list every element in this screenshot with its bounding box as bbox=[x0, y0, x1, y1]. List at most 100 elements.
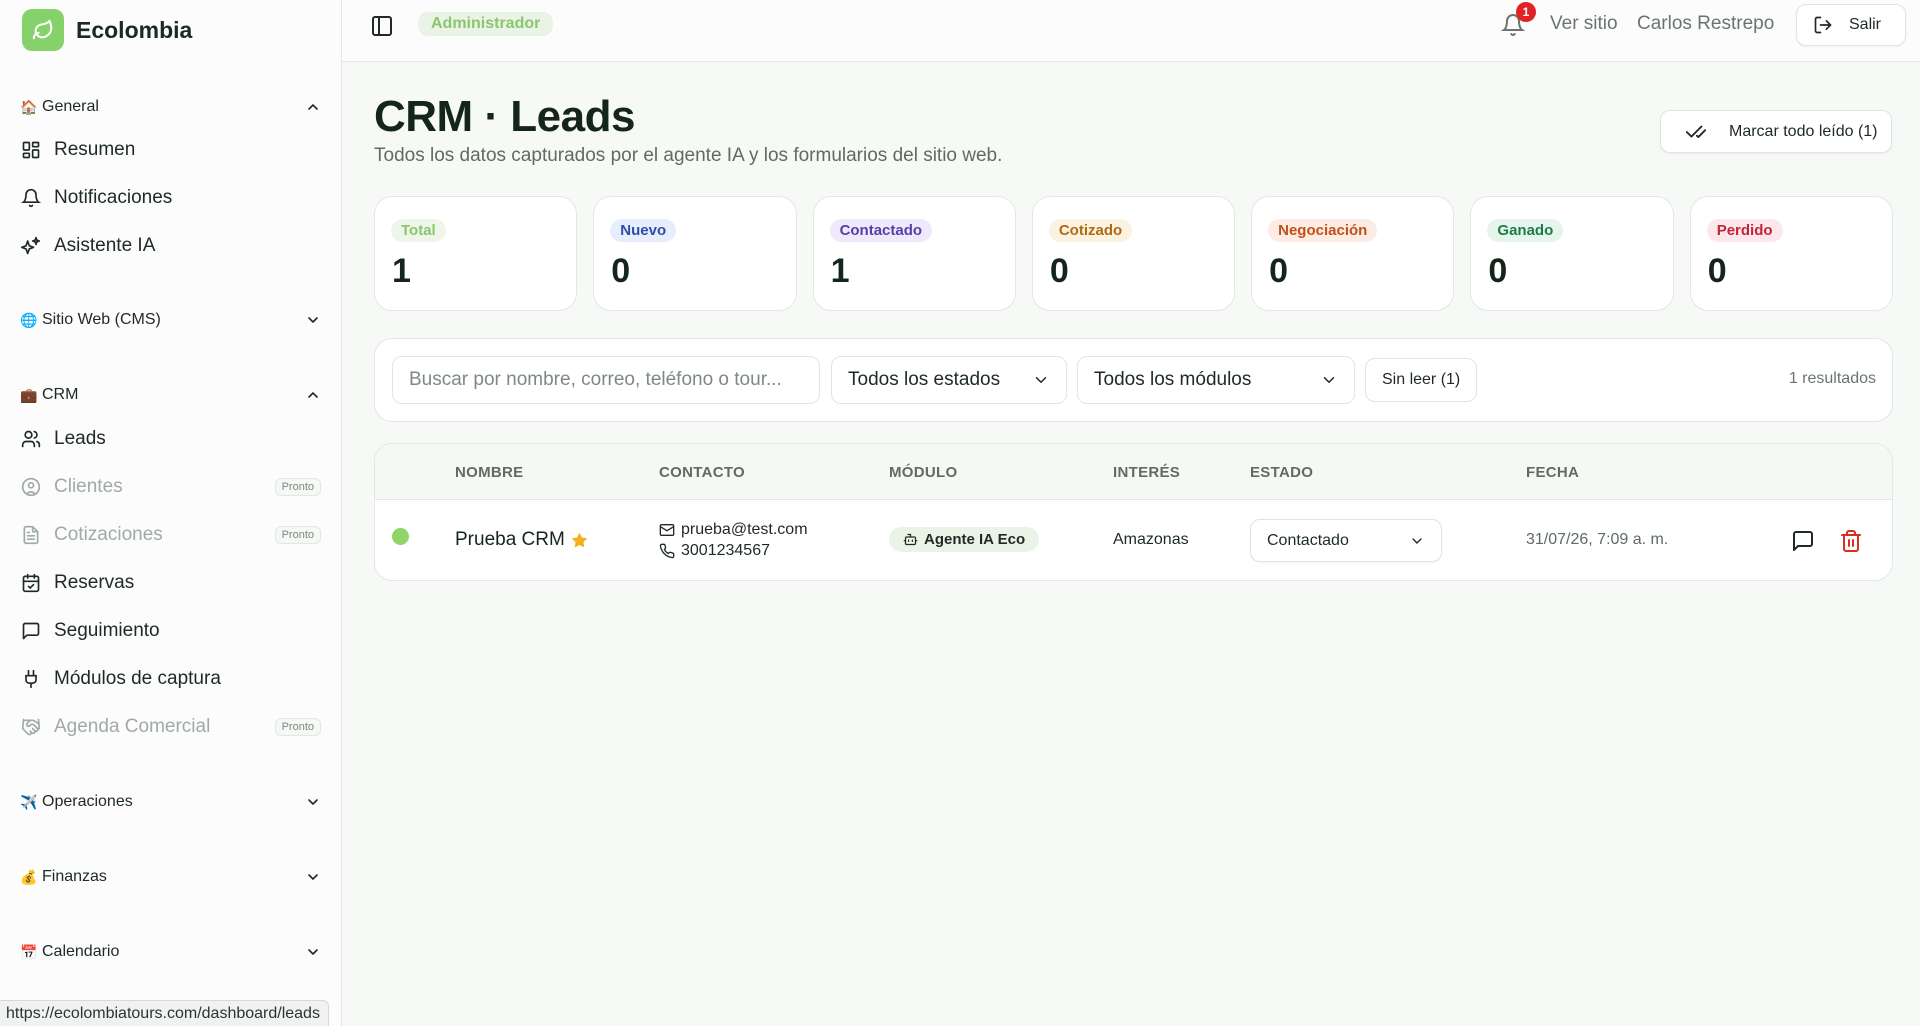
table-header: NOMBRE CONTACTO MÓDULO INTERÉS ESTADO FE… bbox=[375, 444, 1892, 500]
module-filter-value: Todos los módulos bbox=[1094, 369, 1252, 390]
chevron-down-icon bbox=[1035, 377, 1047, 384]
section-label: Finanzas bbox=[42, 868, 107, 885]
mark-all-read-button[interactable]: Marcar todo leído (1) bbox=[1660, 110, 1892, 153]
sidebar-item-resumen[interactable]: Resumen bbox=[20, 132, 321, 168]
sidebar-toggle-icon[interactable] bbox=[370, 14, 394, 38]
section-crm[interactable]: 💼 CRM bbox=[20, 382, 321, 408]
contact-phone[interactable]: 3001234567 bbox=[681, 540, 770, 561]
unread-filter-button[interactable]: Sin leer (1) bbox=[1365, 358, 1478, 402]
sidebar: Ecolombia 🏠 General Resumen Notificacione… bbox=[0, 0, 342, 1026]
stat-card-ganado[interactable]: Ganado 0 bbox=[1470, 196, 1674, 311]
sidebar-item-modulos-captura[interactable]: Módulos de captura bbox=[20, 661, 321, 697]
sparkles-icon bbox=[20, 235, 42, 257]
search-input[interactable] bbox=[392, 356, 820, 404]
check-check-icon bbox=[1685, 125, 1707, 138]
sidebar-item-clientes: Clientes Pronto bbox=[20, 469, 321, 505]
unread-indicator-dot bbox=[392, 528, 409, 545]
section-label: Operaciones bbox=[42, 793, 133, 810]
stat-label: Contactado bbox=[829, 219, 933, 242]
sidebar-item-agenda-comercial: Agenda Comercial Pronto bbox=[20, 709, 321, 745]
message-square-icon bbox=[20, 620, 42, 642]
sidebar-item-label: Cotizaciones bbox=[54, 524, 163, 545]
trash-icon[interactable] bbox=[1839, 529, 1863, 553]
mail-icon bbox=[659, 523, 675, 536]
column-header: CONTACTO bbox=[659, 464, 746, 481]
house-emoji-icon: 🏠 bbox=[20, 98, 38, 115]
sidebar-item-seguimiento[interactable]: Seguimiento bbox=[20, 613, 321, 649]
stat-card-perdido[interactable]: Perdido 0 bbox=[1689, 196, 1893, 311]
stat-card-total[interactable]: Total 1 bbox=[374, 196, 578, 311]
chevron-down-icon bbox=[308, 949, 318, 955]
chevron-down-icon bbox=[308, 317, 318, 323]
mark-all-read-label: Marcar todo leído (1) bbox=[1729, 122, 1878, 140]
lead-status-select[interactable]: Contactado bbox=[1250, 519, 1442, 562]
chevron-down-icon bbox=[1412, 537, 1422, 544]
logout-label: Salir bbox=[1849, 16, 1882, 33]
module-badge: Agente IA Eco bbox=[889, 527, 1040, 552]
chevron-up-icon bbox=[308, 392, 318, 398]
sidebar-item-label: Agenda Comercial bbox=[54, 716, 211, 737]
section-sitio-web[interactable]: 🌐 Sitio Web (CMS) bbox=[20, 307, 321, 333]
section-general[interactable]: 🏠 General bbox=[20, 94, 321, 120]
sidebar-item-reservas[interactable]: Reservas bbox=[20, 565, 321, 601]
sidebar-item-cotizaciones: Cotizaciones Pronto bbox=[20, 517, 321, 553]
brand[interactable]: Ecolombia bbox=[0, 0, 341, 60]
stat-card-cotizado[interactable]: Cotizado 0 bbox=[1031, 196, 1236, 311]
lead-name: Prueba CRM bbox=[455, 529, 565, 550]
section-operaciones[interactable]: ✈️ Operaciones bbox=[20, 789, 321, 815]
sidebar-item-label: Leads bbox=[54, 428, 106, 449]
contact-email[interactable]: prueba@test.com bbox=[681, 519, 808, 540]
stat-card-negociacion[interactable]: Negociación 0 bbox=[1251, 196, 1455, 311]
message-icon[interactable] bbox=[1791, 529, 1815, 553]
role-badge: Administrador bbox=[418, 12, 554, 36]
user-name[interactable]: Carlos Restrepo bbox=[1637, 13, 1774, 35]
status-filter-value: Todos los estados bbox=[848, 369, 1001, 390]
table-row[interactable]: Prueba CRM prueba@test.com 3001234567 Ag… bbox=[375, 501, 1892, 580]
section-label: General bbox=[42, 98, 99, 115]
lead-name-cell[interactable]: Prueba CRM bbox=[455, 529, 588, 551]
contact-cell: prueba@test.com 3001234567 bbox=[659, 519, 808, 561]
status-bar-url: https://ecolombiatours.com/dashboard/lea… bbox=[0, 1000, 329, 1026]
column-header: FECHA bbox=[1526, 464, 1580, 481]
module-label: Agente IA Eco bbox=[924, 531, 1026, 548]
status-filter-select[interactable]: Todos los estados bbox=[831, 356, 1067, 404]
briefcase-emoji-icon: 💼 bbox=[20, 386, 38, 403]
column-header: MÓDULO bbox=[889, 464, 958, 481]
topbar: Administrador 1 Ver sitio Carlos Restrep… bbox=[342, 0, 1920, 62]
stat-card-contactado[interactable]: Contactado 1 bbox=[812, 196, 1016, 311]
stat-value: 0 bbox=[611, 252, 631, 290]
phone-icon bbox=[659, 543, 675, 558]
section-finanzas[interactable]: 💰 Finanzas bbox=[20, 864, 321, 890]
column-header: ESTADO bbox=[1250, 464, 1314, 481]
lead-status-value: Contactado bbox=[1267, 531, 1349, 549]
stat-label: Negociación bbox=[1268, 219, 1378, 242]
interest-cell: Amazonas bbox=[1113, 531, 1189, 548]
page-title: CRM · Leads bbox=[374, 92, 635, 141]
stat-value: 0 bbox=[1488, 252, 1508, 290]
notification-count-badge: 1 bbox=[1516, 2, 1536, 22]
logout-icon bbox=[1814, 16, 1832, 34]
sidebar-item-notificaciones[interactable]: Notificaciones bbox=[20, 180, 321, 216]
column-header: INTERÉS bbox=[1113, 464, 1181, 481]
sidebar-item-asistente-ia[interactable]: Asistente IA bbox=[20, 228, 321, 264]
logout-button[interactable]: Salir bbox=[1796, 4, 1906, 46]
module-filter-select[interactable]: Todos los módulos bbox=[1077, 356, 1355, 404]
calendar-emoji-icon: 📅 bbox=[20, 943, 38, 960]
sidebar-item-label: Resumen bbox=[54, 139, 136, 160]
section-calendario[interactable]: 📅 Calendario bbox=[20, 939, 321, 965]
sidebar-item-leads[interactable]: Leads bbox=[20, 421, 321, 457]
stat-label: Nuevo bbox=[610, 219, 677, 242]
calendar-check-icon bbox=[20, 572, 42, 594]
stat-value: 1 bbox=[392, 252, 411, 290]
stat-card-nuevo[interactable]: Nuevo 0 bbox=[593, 196, 797, 311]
pronto-badge: Pronto bbox=[274, 478, 321, 496]
star-icon bbox=[571, 532, 588, 548]
bot-icon bbox=[903, 533, 918, 546]
bell-icon bbox=[20, 187, 42, 209]
users-icon bbox=[20, 428, 42, 450]
stat-value: 0 bbox=[1707, 252, 1727, 290]
sidebar-item-label: Seguimiento bbox=[54, 620, 160, 641]
status-stats: Total 1 Nuevo 0 Contactado 1 Cotizado 0 Nego… bbox=[374, 196, 1893, 311]
view-site-link[interactable]: Ver sitio bbox=[1550, 13, 1618, 35]
leads-table: NOMBRE CONTACTO MÓDULO INTERÉS ESTADO FE… bbox=[374, 443, 1893, 581]
